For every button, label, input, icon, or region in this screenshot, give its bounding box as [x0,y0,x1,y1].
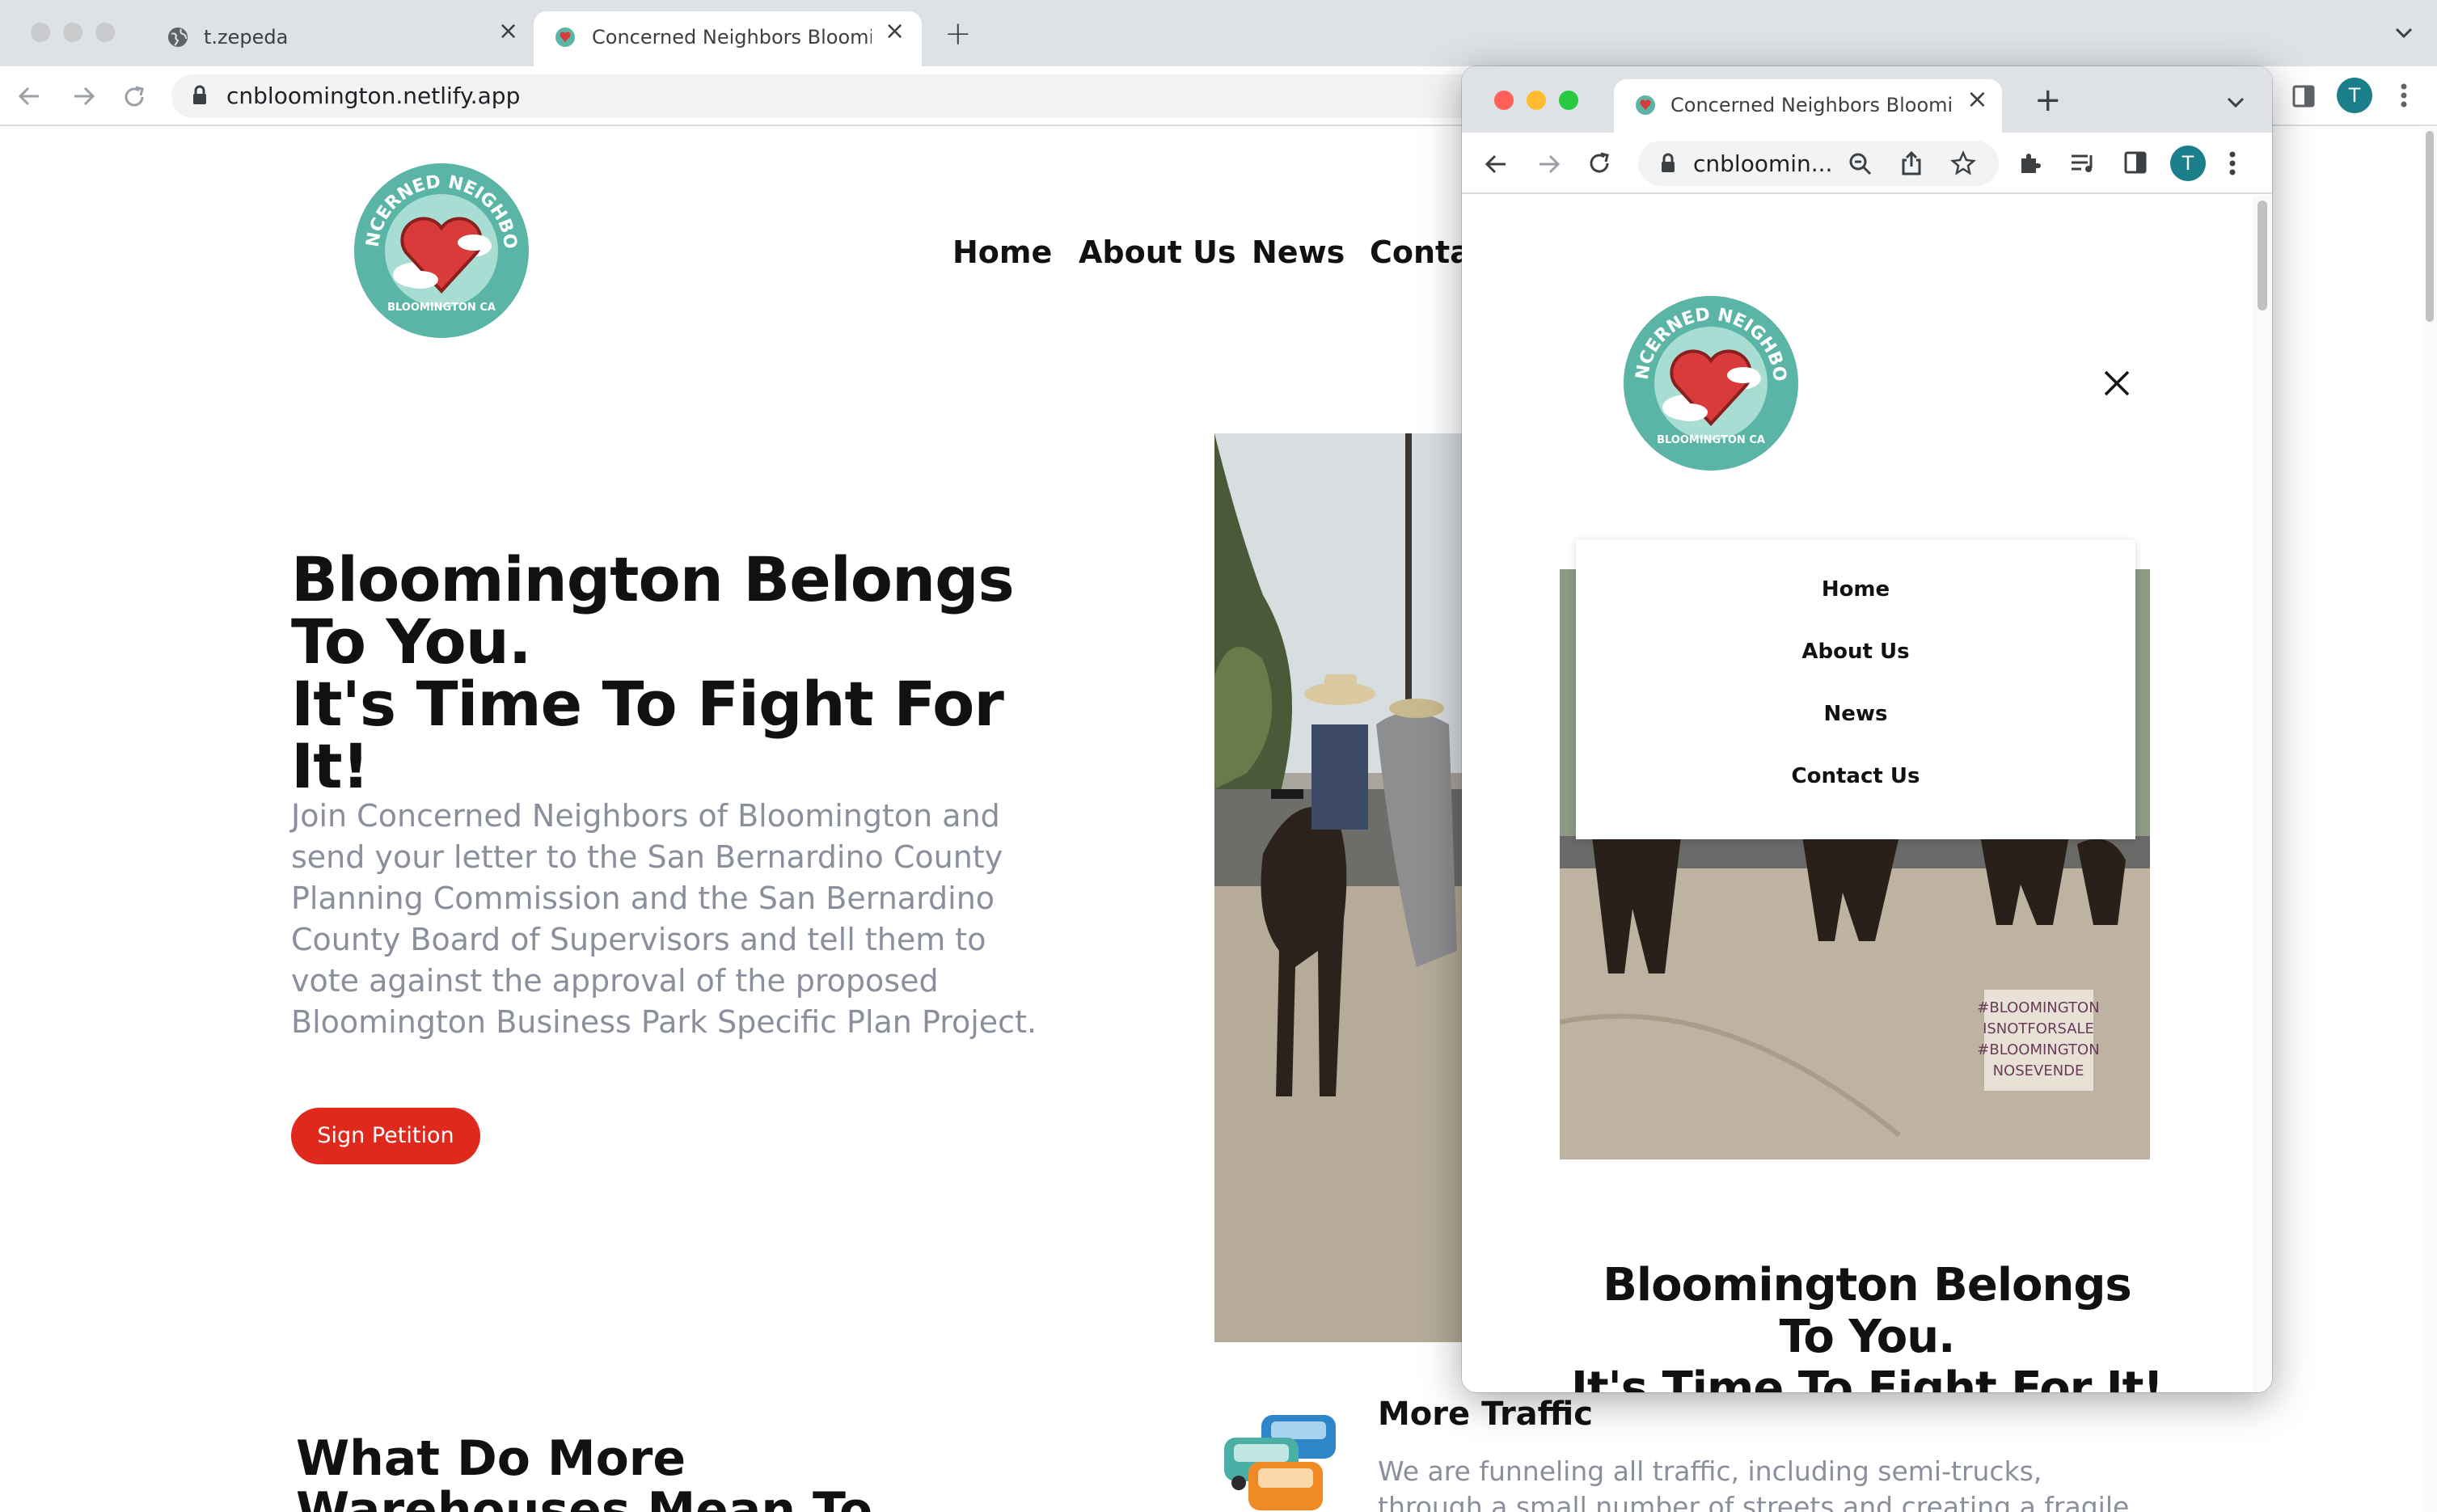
hero-photo [1214,433,1465,1342]
svg-text:BLOOMINGTON CA: BLOOMINGTON CA [387,302,496,314]
extensions-icon[interactable] [2017,150,2042,176]
tab-close-icon[interactable]: × [498,19,518,44]
nav-news[interactable]: News [1252,234,1345,270]
profile-avatar[interactable]: T [2337,78,2372,113]
sign-petition-button[interactable]: Sign Petition [291,1108,480,1164]
popup-scrollbar[interactable] [2253,196,2272,1392]
side-panel-icon[interactable] [2291,84,2316,108]
nav-contact[interactable]: Conta [1370,234,1471,270]
menu-item-news[interactable]: News [1576,702,2135,726]
popup-page-content: CONCERNED NEIGHBORS BLOOMINGTON CA #BLOO… [1462,196,2272,1392]
url-text[interactable]: cnbloomington.netlify.app [226,82,520,109]
new-tab-icon[interactable]: + [2034,84,2062,116]
forward-icon[interactable] [70,84,97,108]
svg-text:ISNOTFORSALE: ISNOTFORSALE [1983,1020,2094,1037]
popup-tab-title: Concerned Neighbors Blooming [1670,94,1953,116]
section-title: What Do More Warehouses Mean To [296,1430,873,1512]
window-minimize-button[interactable] [63,23,82,42]
svg-text:#BLOOMINGTON: #BLOOMINGTON [1977,1041,2099,1058]
side-panel-icon[interactable] [2123,150,2148,175]
site-logo[interactable]: CONCERNED NEIGHBORS BLOOMINGTON CA [1622,294,1800,472]
chevron-down-icon[interactable] [2393,24,2414,40]
tab-title-concerned-neighbors: Concerned Neighbors Blooming [592,26,872,49]
menu-item-home[interactable]: Home [1576,577,2135,602]
main-scrollbar-thumb[interactable] [2426,131,2434,322]
hero-paragraph: Join Concerned Neighbors of Bloomington … [291,798,1037,1040]
chevron-down-icon[interactable] [2225,94,2246,110]
tab-close-icon[interactable]: × [1966,86,1988,112]
close-menu-icon[interactable] [2102,369,2131,398]
back-icon[interactable] [1483,152,1510,176]
main-scrollbar[interactable] [2422,128,2437,1512]
nav-home[interactable]: Home [952,234,1052,270]
hero-title: Bloomington Belongs To You. It's Time To… [291,543,1015,802]
forward-icon[interactable] [1535,152,1562,176]
popup-zoom-button[interactable] [1559,91,1578,110]
site-logo[interactable]: CONCERNED NEIGHBORS BLOOMINGTON CA [353,162,530,340]
globe-icon [168,27,188,47]
share-icon[interactable] [1900,150,1923,176]
window-close-button[interactable] [31,23,50,42]
traffic-title: More Traffic [1378,1396,1593,1433]
traffic-text: We are funneling all traffic, including … [1378,1455,2130,1512]
more-options-icon[interactable] [2398,81,2410,110]
lock-icon [193,85,206,104]
popup-url-text[interactable]: cnbloomin... [1693,150,1832,177]
window-zoom-button[interactable] [95,23,115,42]
menu-item-about-us[interactable]: About Us [1576,640,2135,664]
new-tab-icon[interactable]: + [944,18,972,50]
svg-text:NOSEVENDE: NOSEVENDE [1993,1062,2084,1079]
cars-icon [1224,1415,1336,1510]
profile-avatar[interactable]: T [2170,146,2206,181]
mobile-nav-menu: Home About Us News Contact Us [1576,540,2135,839]
bookmark-star-icon[interactable] [1950,150,1976,176]
reload-icon[interactable] [121,84,147,110]
reload-icon[interactable] [1586,150,1612,176]
menu-item-contact-us[interactable]: Contact Us [1576,764,2135,788]
site-favicon-icon [555,27,575,47]
site-favicon-icon [1636,95,1655,115]
popup-close-button[interactable] [1494,91,1514,110]
popup-window: Concerned Neighbors Blooming × + cnbloom… [1462,66,2272,1392]
svg-text:#BLOOMINGTON: #BLOOMINGTON [1977,999,2099,1016]
reading-list-icon[interactable] [2070,152,2096,175]
popup-scrollbar-thumb[interactable] [2257,201,2267,310]
zoom-icon[interactable] [1848,152,1873,176]
tab-close-icon[interactable]: × [885,19,905,44]
lock-icon [1662,153,1675,172]
more-options-icon[interactable] [2227,149,2238,178]
tab-title-tzepeda: t.zepeda [204,26,289,49]
popup-hero-title: Bloomington Belongs To You. It's Time To… [1571,1259,2164,1393]
nav-about-us[interactable]: About Us [1079,234,1236,270]
svg-text:BLOOMINGTON CA: BLOOMINGTON CA [1657,434,1765,446]
popup-minimize-button[interactable] [1527,91,1546,110]
back-icon[interactable] [16,84,44,108]
